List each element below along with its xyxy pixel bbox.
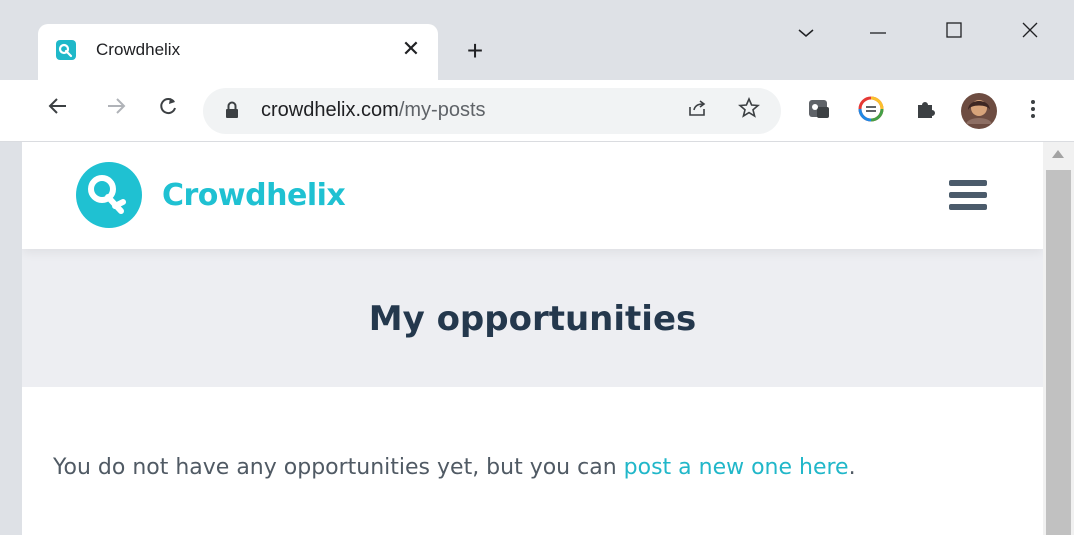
site-header: Crowdhelix [22, 142, 1043, 249]
close-window-icon[interactable] [1010, 18, 1050, 48]
extension-icon[interactable] [806, 96, 836, 126]
crowdhelix-favicon-icon [56, 40, 76, 60]
logo-text[interactable]: Crowdhelix [162, 178, 346, 213]
page-viewport: Crowdhelix My opportunities You do not h… [22, 142, 1043, 535]
extension-icon[interactable] [912, 96, 942, 126]
page-title: My opportunities [368, 299, 697, 339]
crowdhelix-logo-icon[interactable] [75, 161, 143, 229]
post-new-link[interactable]: post a new one here [624, 455, 849, 480]
forward-arrow-icon[interactable] [100, 94, 132, 126]
minimize-icon[interactable] [858, 18, 898, 48]
new-tab-button[interactable]: + [460, 36, 490, 66]
scroll-up-icon[interactable] [1052, 150, 1064, 158]
address-bar[interactable]: crowdhelix.com/my-posts [203, 88, 781, 134]
profile-avatar[interactable] [960, 92, 997, 129]
scroll-thumb[interactable] [1046, 170, 1071, 535]
browser-window: Crowdhelix ✕ + crowdhelix.com/my-posts C… [0, 0, 1074, 535]
back-arrow-icon[interactable] [42, 94, 74, 126]
reload-icon[interactable] [152, 94, 184, 126]
lock-icon[interactable] [225, 101, 241, 121]
menu-icon[interactable] [1020, 96, 1050, 126]
url-text[interactable]: crowdhelix.com/my-posts [261, 99, 486, 122]
tab-search-dropdown-icon[interactable] [786, 18, 826, 48]
maximize-icon[interactable] [934, 18, 974, 48]
browser-tab[interactable]: Crowdhelix ✕ [38, 24, 438, 80]
page-hero: My opportunities [22, 249, 1043, 387]
extension-icon[interactable] [858, 96, 888, 126]
scrollbar[interactable] [1043, 142, 1074, 535]
browser-toolbar: crowdhelix.com/my-posts [0, 80, 1074, 142]
tab-close-icon[interactable]: ✕ [396, 34, 426, 64]
hamburger-menu-icon[interactable] [949, 180, 987, 212]
empty-state-message: You do not have any opportunities yet, b… [53, 455, 856, 480]
share-icon[interactable] [683, 97, 711, 125]
star-icon[interactable] [735, 96, 763, 125]
tab-title: Crowdhelix [96, 40, 181, 59]
